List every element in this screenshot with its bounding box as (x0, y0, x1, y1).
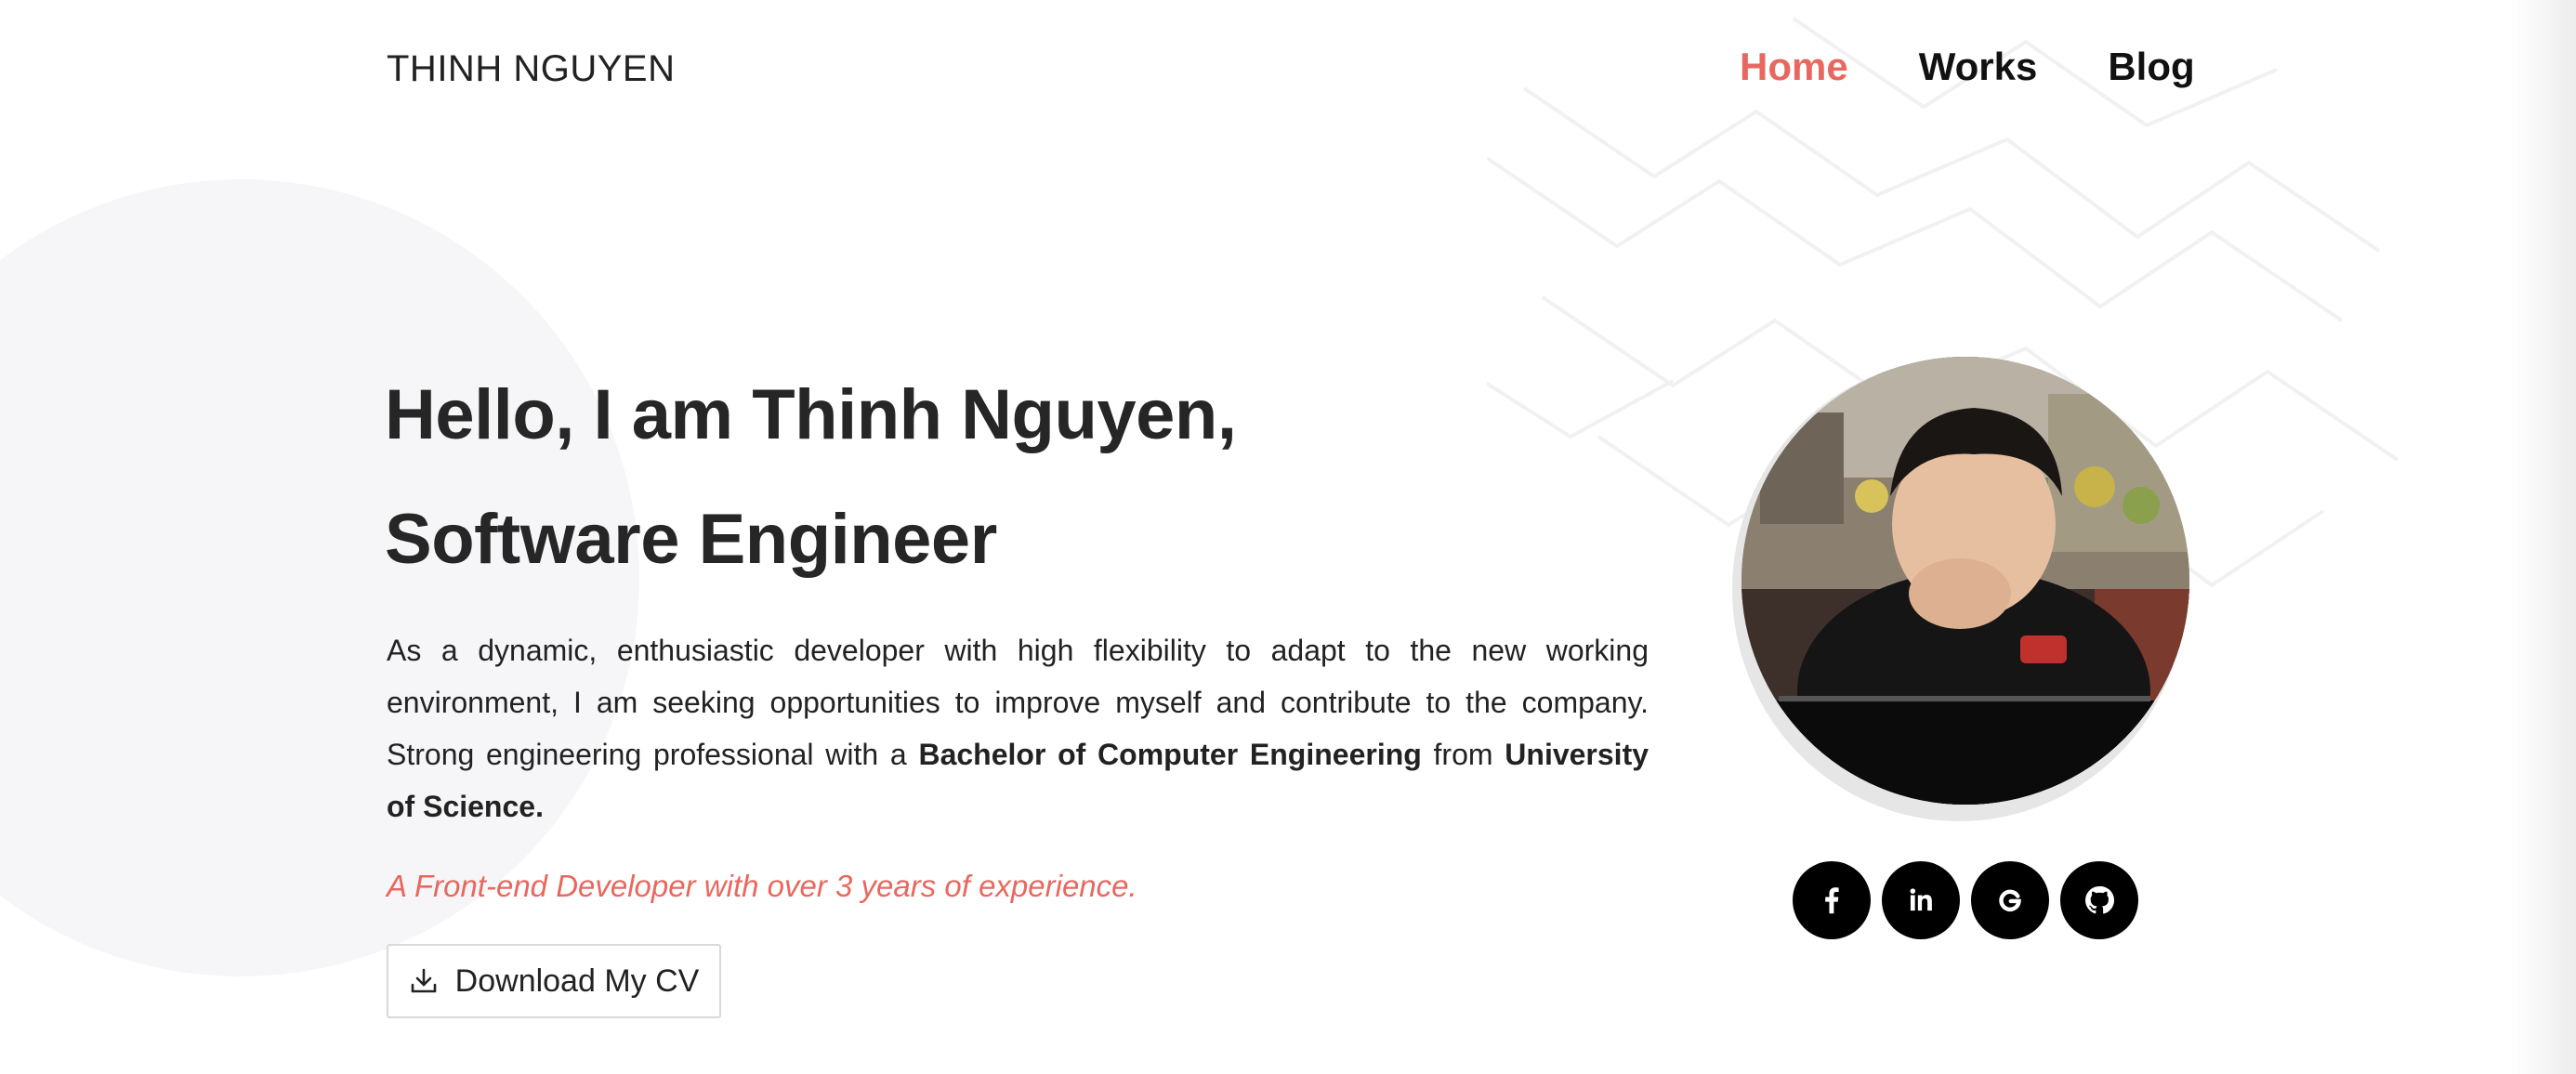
right-edge-shade (2511, 0, 2576, 1074)
google-icon (1999, 889, 2021, 912)
nav-works[interactable]: Works (1919, 45, 2038, 89)
hero-title-line2: Software Engineer (385, 500, 997, 579)
intro-degree: Bachelor of Computer Engineering (918, 738, 1422, 771)
social-links (1793, 861, 2138, 939)
download-cv-label: Download My CV (454, 963, 700, 999)
facebook-icon (1825, 887, 1839, 914)
main-nav: Home Works Blog (1740, 45, 2195, 89)
nav-blog[interactable]: Blog (2108, 45, 2194, 89)
hero-title-line1: Hello, I am Thinh Nguyen, (385, 375, 1237, 454)
site-logo[interactable]: THINH NGUYEN (387, 48, 675, 90)
github-button[interactable] (2060, 861, 2138, 939)
hero-title: Hello, I am Thinh Nguyen, Software Engin… (385, 353, 1237, 602)
download-cv-button[interactable]: Download My CV (387, 944, 721, 1018)
download-icon (411, 968, 436, 993)
linkedin-button[interactable] (1882, 861, 1960, 939)
github-icon (2085, 885, 2115, 914)
intro-text-2: from (1421, 738, 1505, 771)
intro-paragraph: As a dynamic, enthusiastic developer wit… (387, 624, 1649, 832)
profile-photo (1741, 357, 2189, 805)
portfolio-page: THINH NGUYEN Home Works Blog Hello, I am… (0, 0, 2576, 1074)
experience-tagline: A Front-end Developer with over 3 years … (387, 869, 1137, 903)
linkedin-icon (1910, 888, 1932, 911)
facebook-button[interactable] (1793, 861, 1871, 939)
google-button[interactable] (1971, 861, 2049, 939)
nav-home[interactable]: Home (1740, 45, 1848, 89)
